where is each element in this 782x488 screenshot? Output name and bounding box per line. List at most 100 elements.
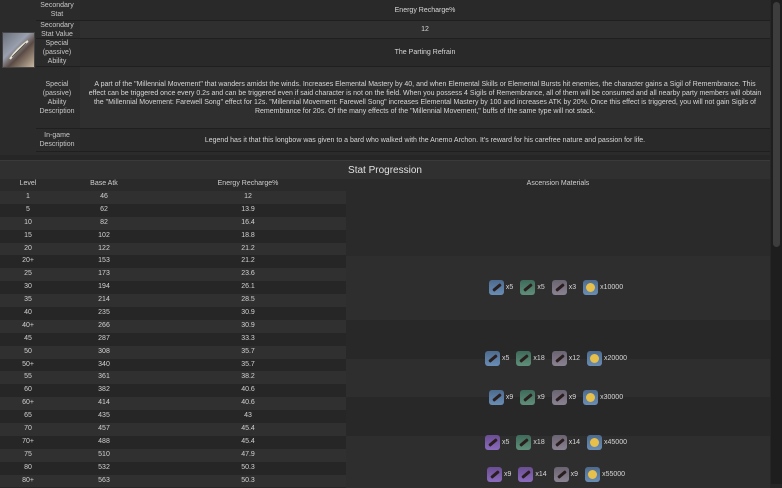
energy-recharge-cell: 50.3 (241, 476, 255, 484)
info-value: A part of the "Millennial Movement" that… (80, 67, 770, 128)
energy-recharge-cell: 30.9 (241, 309, 255, 317)
elite-drop-icon (520, 280, 536, 296)
table-row: 55 361 38.2 (0, 371, 346, 385)
base-atk-cell: 532 (98, 463, 110, 471)
common-drop-icon (553, 467, 569, 483)
material-count: x9 (568, 393, 577, 401)
stat-rows: 1 46 12 5 62 13.9 10 82 16.4 15 102 18.8 20 122 21.2 20… (0, 191, 346, 488)
material-item[interactable]: x3 (551, 280, 580, 296)
base-atk-cell: 361 (98, 373, 110, 381)
material-item[interactable]: x5 (520, 280, 548, 296)
level-cell: 80+ (22, 476, 34, 484)
material-count: x9 (503, 471, 512, 479)
material-item[interactable]: x10000 (583, 280, 627, 296)
info-label: Secondary Stat (40, 2, 74, 18)
info-row: Special (passive) Ability The Parting Ref… (36, 39, 770, 67)
level-cell: 75 (24, 450, 32, 458)
energy-recharge-cell: 50.3 (241, 463, 255, 471)
material-count: x55000 (602, 471, 626, 479)
material-item[interactable]: x9 (551, 389, 580, 405)
info-label: Special (passive) Ability (42, 40, 72, 65)
material-count: x14 (535, 471, 547, 479)
header-ascension-materials: Ascension Materials (526, 180, 590, 187)
material-item[interactable]: x45000 (587, 435, 631, 451)
table-row: 5 62 13.9 (0, 203, 346, 217)
material-item[interactable]: x18 (516, 351, 548, 367)
material-item[interactable]: x12 (551, 351, 584, 367)
table-row: 80 532 50.3 (0, 461, 346, 475)
energy-recharge-cell: 35.7 (241, 360, 255, 368)
domain-material-icon (485, 435, 501, 451)
material-item[interactable]: x9 (488, 389, 517, 405)
mora-coin-icon (587, 351, 603, 367)
material-item[interactable]: x14 (551, 435, 584, 451)
materials-row: x9 x9 x9 x30000 (346, 389, 770, 405)
material-count: x5 (502, 355, 510, 363)
common-drop-icon (551, 280, 567, 296)
level-cell: 70+ (22, 437, 34, 445)
material-item[interactable]: x55000 (585, 467, 629, 483)
base-atk-cell: 340 (98, 360, 110, 368)
material-item[interactable]: x30000 (583, 389, 627, 405)
material-item[interactable]: x18 (516, 435, 548, 451)
table-row: 40+ 266 30.9 (0, 319, 346, 333)
table-row: 30 194 26.1 (0, 281, 346, 295)
table-row: 25 173 23.6 (0, 268, 346, 282)
energy-recharge-cell: 28.5 (241, 296, 255, 304)
material-item[interactable]: x5 (485, 351, 513, 367)
material-count: x9 (570, 471, 579, 479)
energy-recharge-cell: 45.4 (241, 437, 255, 445)
info-row: Secondary Stat Value 12 (36, 21, 770, 39)
material-item[interactable]: x5 (485, 435, 513, 451)
energy-recharge-cell: 23.6 (241, 270, 255, 278)
material-count: x5 (502, 439, 510, 447)
materials-row: x5 x18 x14 x45000 (346, 435, 770, 451)
base-atk-cell: 153 (98, 257, 110, 265)
base-atk-cell: 457 (98, 425, 110, 433)
page-scrollbar[interactable] (771, 0, 782, 484)
level-cell: 10 (24, 218, 32, 226)
material-item[interactable]: x5 (488, 280, 517, 296)
table-row: 80+ 563 50.3 (0, 474, 346, 488)
info-row: Special (passive) Ability Description A p… (36, 67, 770, 129)
ascension-materials-column: x5 x5 x3 x10000 x5 x18 x12 x20000 x9 x9 x9 x30000 x5… (346, 191, 770, 488)
level-cell: 70 (24, 425, 32, 433)
common-drop-icon (551, 435, 567, 451)
material-count: x18 (533, 439, 545, 447)
base-atk-cell: 308 (98, 347, 110, 355)
level-cell: 50 (24, 347, 32, 355)
weapon-info-table: Secondary Stat Energy Recharge% Secondary … (0, 0, 770, 155)
material-item[interactable]: x9 (553, 467, 582, 483)
energy-recharge-cell: 26.1 (241, 283, 255, 291)
energy-recharge-cell: 18.8 (241, 231, 255, 239)
material-count: x3 (568, 284, 577, 292)
weapon-thumbnail (2, 32, 35, 68)
table-row: 15 102 18.8 (0, 229, 346, 243)
section-title: Stat Progression (0, 160, 770, 179)
level-cell: 1 (26, 193, 30, 200)
base-atk-cell: 382 (98, 386, 110, 394)
material-count: x10000 (600, 284, 624, 292)
info-label: Special (passive) Ability Description (39, 80, 75, 115)
base-atk-cell: 62 (100, 205, 108, 213)
base-atk-cell: 46 (100, 193, 108, 200)
table-row: 35 214 28.5 (0, 294, 346, 308)
materials-row: x5 x5 x3 x10000 (346, 280, 770, 296)
scrollbar-thumb[interactable] (773, 2, 780, 247)
energy-recharge-cell: 21.2 (241, 244, 255, 252)
common-drop-icon (551, 389, 567, 405)
table-row: 1 46 12 (0, 191, 346, 204)
base-atk-cell: 414 (98, 399, 110, 407)
header-base-atk: Base Atk (90, 180, 118, 187)
mora-coin-icon (583, 280, 599, 296)
material-count: x9 (505, 393, 514, 401)
material-count: x9 (537, 393, 545, 401)
energy-recharge-cell: 16.4 (241, 218, 255, 226)
base-atk-cell: 563 (98, 476, 110, 484)
base-atk-cell: 122 (98, 244, 110, 252)
material-item[interactable]: x9 (520, 389, 548, 405)
material-item[interactable]: x20000 (587, 351, 631, 367)
header-level: Level (19, 180, 37, 187)
material-item[interactable]: x14 (518, 467, 550, 483)
material-item[interactable]: x9 (486, 467, 515, 483)
